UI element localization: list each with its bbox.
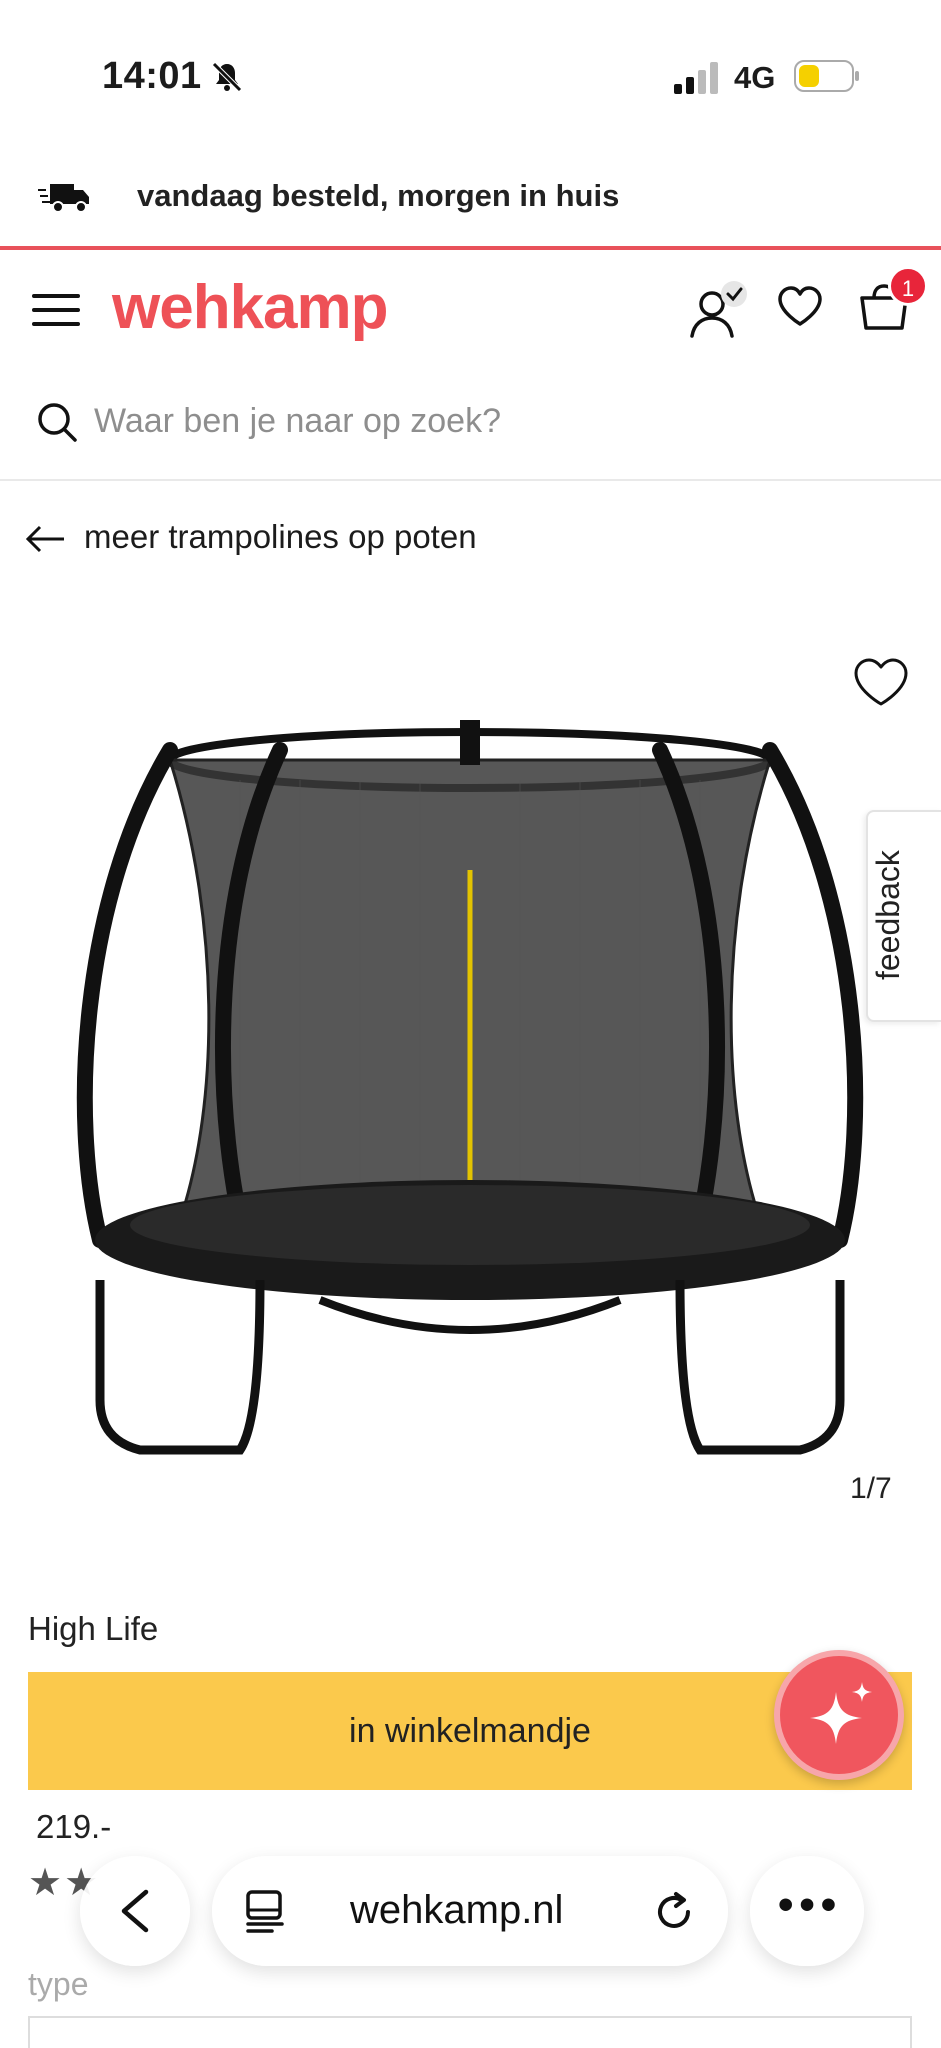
account-icon[interactable] <box>688 280 748 340</box>
back-link-label: meer trampolines op poten <box>84 518 477 555</box>
status-time: 14:01 <box>102 55 202 97</box>
more-dots-icon: ••• <box>778 1880 843 1929</box>
reload-icon[interactable] <box>652 1888 698 1936</box>
product-brand[interactable]: High Life <box>28 1610 158 1648</box>
delivery-truck-icon <box>38 184 89 213</box>
url-text: wehkamp.nl <box>350 1888 564 1932</box>
search-icon <box>38 403 77 442</box>
promo-text: vandaag besteld, morgen in huis <box>137 178 620 213</box>
search-input[interactable] <box>94 393 874 449</box>
cart-count-badge: 1 <box>888 266 928 306</box>
reader-mode-icon[interactable] <box>242 1888 288 1934</box>
product-image-trampoline[interactable] <box>60 720 880 1460</box>
feedback-tab[interactable]: feedback <box>866 810 941 1022</box>
search-bar <box>0 375 941 481</box>
battery-icon <box>794 60 859 92</box>
type-selector[interactable] <box>28 2016 912 2048</box>
address-bar[interactable]: wehkamp.nl <box>212 1856 728 1966</box>
site-header: wehkamp 1 <box>0 254 941 364</box>
bell-muted-icon <box>212 62 242 92</box>
arrow-left-icon <box>26 525 64 553</box>
type-label: type <box>28 1966 89 2002</box>
back-to-category-link[interactable]: meer trampolines op poten <box>0 510 941 570</box>
ai-assistant-button[interactable] <box>774 1650 904 1780</box>
network-label: 4G <box>734 60 776 95</box>
chevron-left-icon <box>121 1889 149 1933</box>
wishlist-heart-icon[interactable] <box>776 284 824 328</box>
promo-bar: vandaag besteld, morgen in huis <box>0 160 941 250</box>
product-wishlist-heart-icon[interactable] <box>852 656 910 708</box>
browser-more-button[interactable]: ••• <box>750 1856 864 1966</box>
signal-icon <box>674 62 718 94</box>
image-counter: 1/7 <box>850 1472 892 1505</box>
status-bar: 14:01 4G <box>0 0 941 150</box>
hamburger-menu-icon[interactable] <box>32 292 80 328</box>
feedback-label: feedback <box>870 850 906 980</box>
sparkle-icon <box>810 1682 872 1744</box>
product-price: 219.- <box>36 1808 112 1845</box>
browser-back-button[interactable] <box>80 1856 190 1966</box>
wehkamp-logo[interactable]: wehkamp <box>112 272 389 343</box>
